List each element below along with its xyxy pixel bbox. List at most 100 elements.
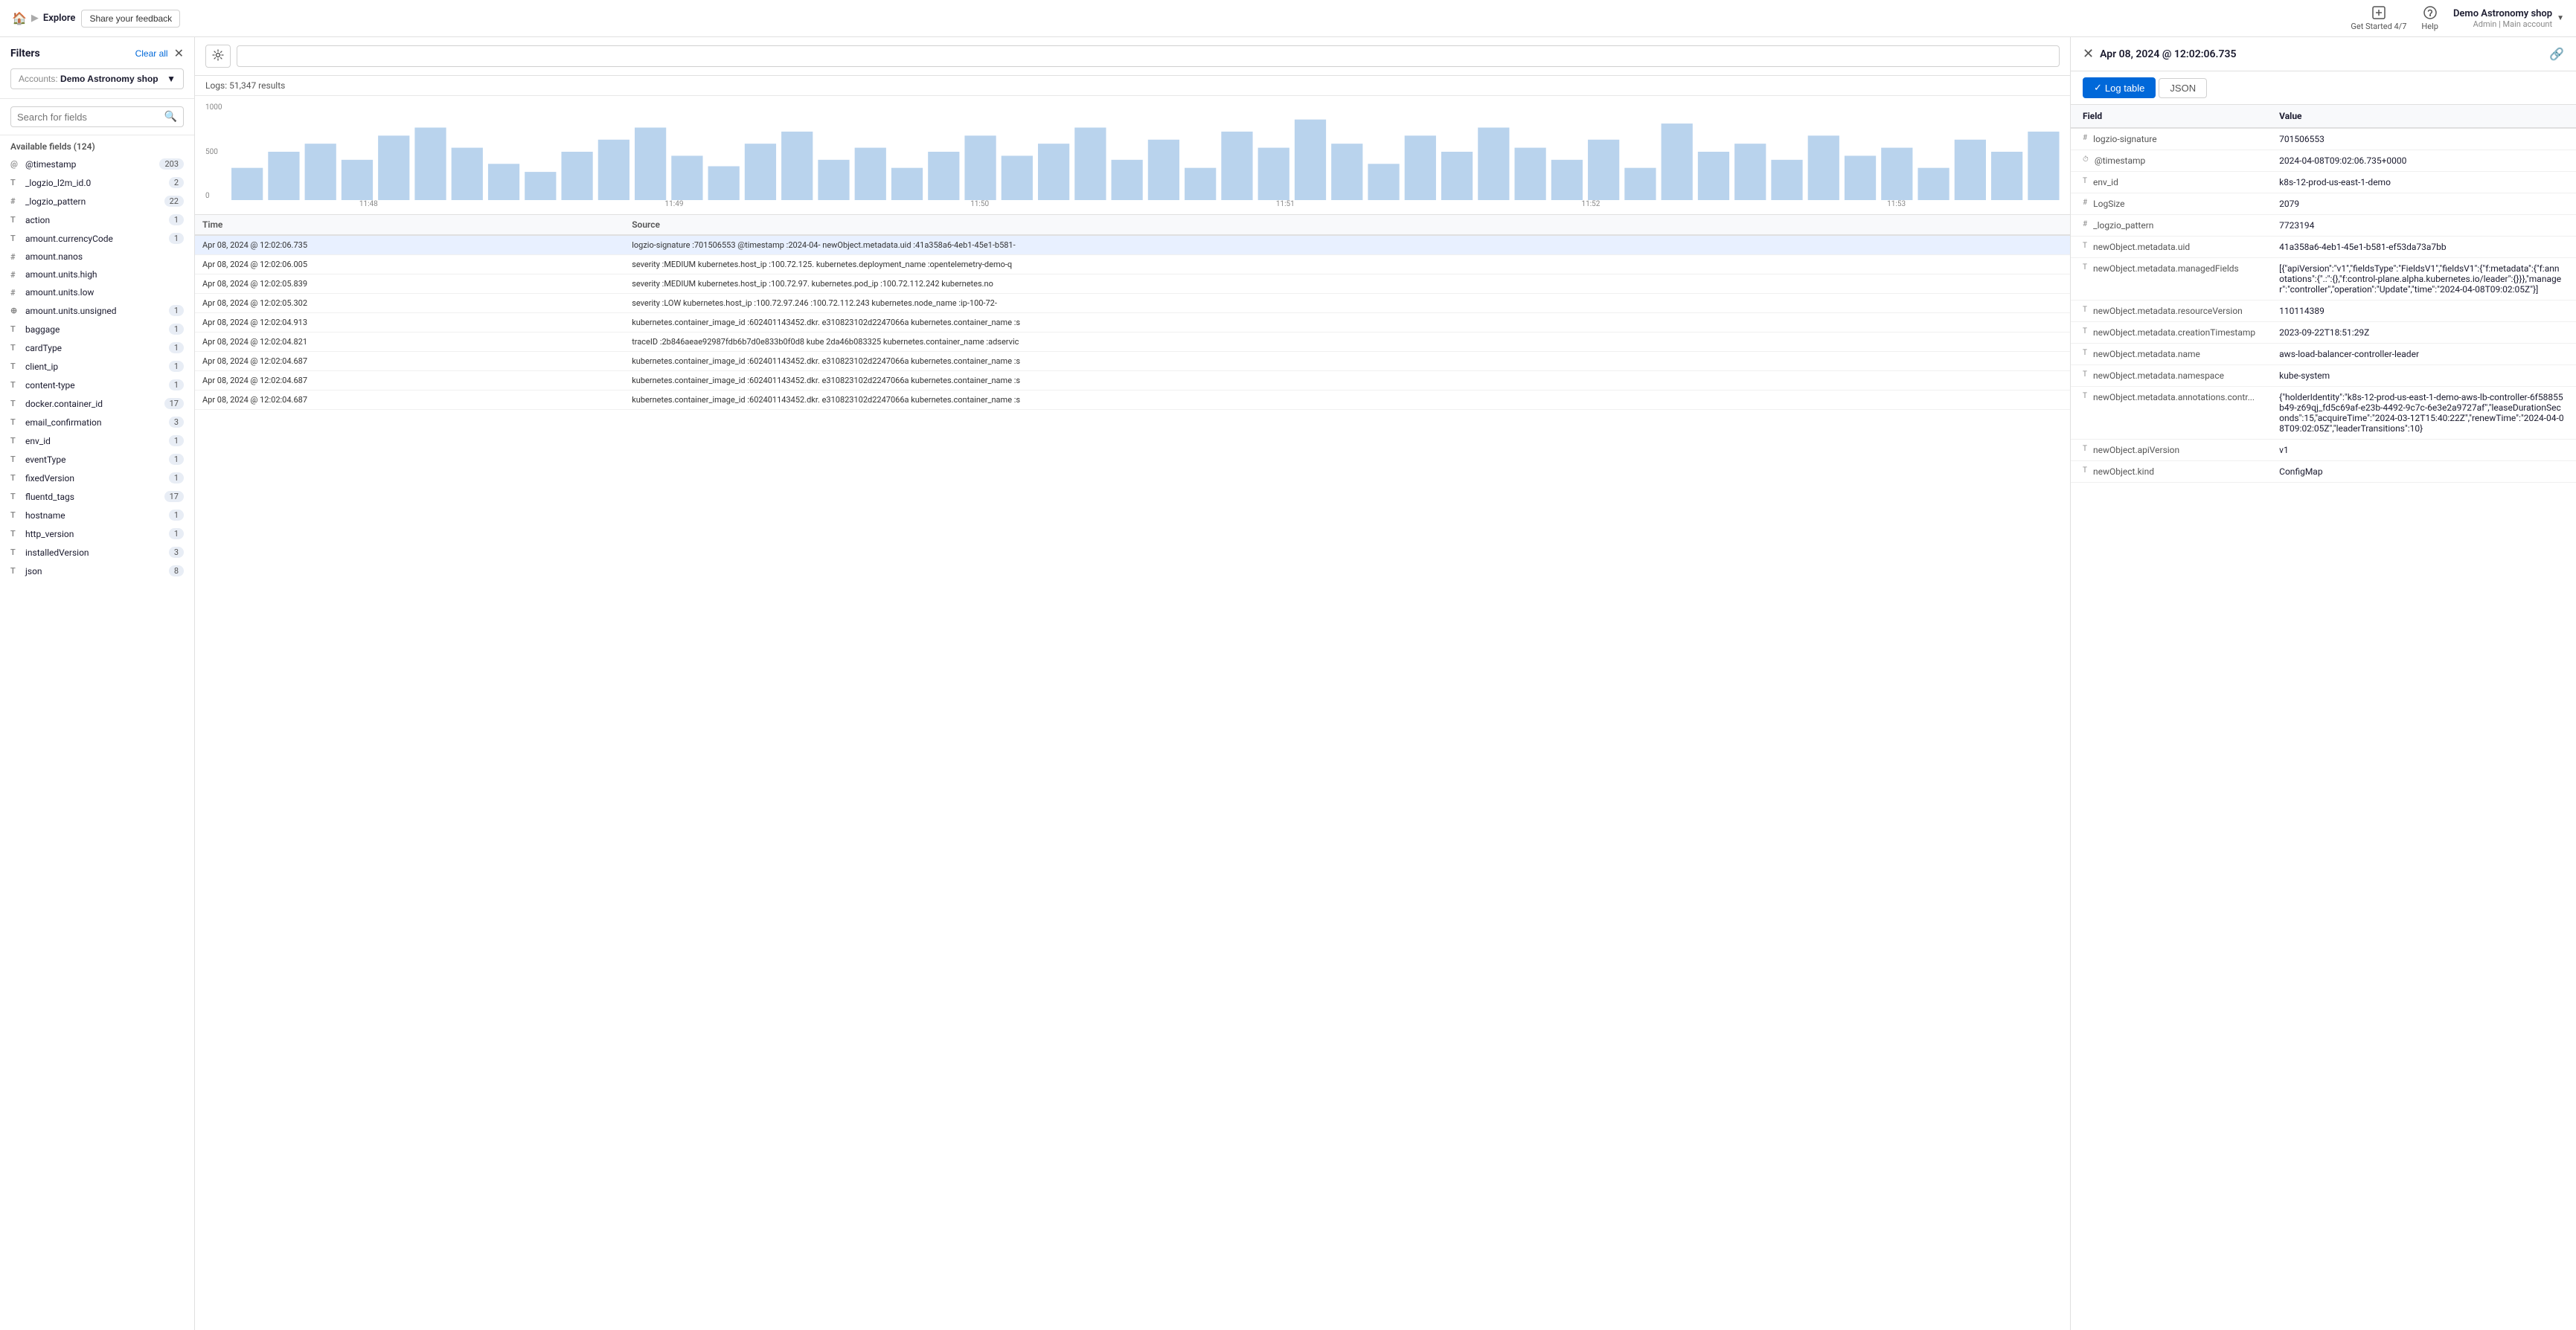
field-type-icon: T — [10, 399, 21, 408]
field-type-icon: T — [10, 510, 21, 520]
field-count-badge: 1 — [169, 214, 184, 225]
list-item[interactable]: # _logzio_pattern 22 — [4, 192, 190, 211]
field-item-left: ⊕ amount.units.unsigned — [10, 306, 117, 316]
list-item[interactable]: T http_version 1 — [4, 524, 190, 543]
list-item[interactable]: T docker.container_id 17 — [4, 394, 190, 413]
field-item-left: T http_version — [10, 529, 74, 539]
table-row[interactable]: Apr 08, 2024 @ 12:02:06.735 logzio-signa… — [195, 235, 2070, 255]
table-row[interactable]: Apr 08, 2024 @ 12:02:04.687 kubernetes.c… — [195, 371, 2070, 391]
toolbar-settings-button[interactable] — [205, 45, 231, 68]
table-row: T newObject.metadata.creationTimestamp 2… — [2071, 322, 2576, 344]
account-selector[interactable]: Accounts: Demo Astronomy shop ▼ — [10, 68, 184, 89]
table-row[interactable]: Apr 08, 2024 @ 12:02:04.913 kubernetes.c… — [195, 313, 2070, 332]
field-name: _logzio_l2m_id.0 — [25, 178, 91, 188]
field-type-icon: T — [10, 529, 21, 539]
toolbar — [195, 37, 2070, 76]
field-type-icon: # — [2083, 134, 2087, 142]
log-search-input[interactable] — [237, 45, 2060, 67]
table-row[interactable]: Apr 08, 2024 @ 12:02:04.687 kubernetes.c… — [195, 352, 2070, 371]
fields-list: @ @timestamp 203 T _logzio_l2m_id.0 2 # … — [0, 155, 194, 1330]
field-item-left: T client_ip — [10, 362, 58, 372]
list-item[interactable]: T client_ip 1 — [4, 357, 190, 376]
field-name: _logzio_pattern — [25, 196, 86, 207]
field-item-left: T hostname — [10, 510, 65, 521]
log-source: traceID :2b846aeae92987fdb6b7d0e833b0f0d… — [624, 332, 2070, 352]
list-item[interactable]: T eventType 1 — [4, 450, 190, 469]
field-name: @timestamp — [25, 159, 76, 170]
detail-field-name: T newObject.metadata.creationTimestamp — [2071, 322, 2267, 344]
detail-field-value: 7723194 — [2267, 215, 2576, 237]
field-item-left: # amount.units.low — [10, 287, 94, 298]
detail-field-value: v1 — [2267, 440, 2576, 461]
close-sidebar-button[interactable]: ✕ — [174, 46, 184, 61]
table-row[interactable]: Apr 08, 2024 @ 12:02:04.687 kubernetes.c… — [195, 391, 2070, 410]
table-row[interactable]: Apr 08, 2024 @ 12:02:06.005 severity :ME… — [195, 255, 2070, 274]
table-row: ⏱ @timestamp 2024-04-08T09:02:06.735+000… — [2071, 150, 2576, 172]
list-item[interactable]: T content-type 1 — [4, 376, 190, 394]
get-started-action[interactable]: Get Started 4/7 — [2351, 5, 2406, 31]
list-item[interactable]: T action 1 — [4, 211, 190, 229]
list-item[interactable]: T amount.currencyCode 1 — [4, 229, 190, 248]
settings-icon — [212, 49, 224, 61]
table-row[interactable]: Apr 08, 2024 @ 12:02:05.839 severity :ME… — [195, 274, 2070, 294]
list-item[interactable]: T env_id 1 — [4, 431, 190, 450]
table-row: T newObject.kind ConfigMap — [2071, 461, 2576, 483]
detail-link-button[interactable]: 🔗 — [2549, 47, 2564, 62]
list-item[interactable]: # amount.nanos — [4, 248, 190, 266]
user-menu[interactable]: Demo Astronomy shop Admin | Main account… — [2453, 8, 2564, 29]
detail-field-name: T env_id — [2071, 172, 2267, 193]
table-row[interactable]: Apr 08, 2024 @ 12:02:04.821 traceID :2b8… — [195, 332, 2070, 352]
field-item-left: T content-type — [10, 380, 75, 391]
table-row[interactable]: Apr 08, 2024 @ 12:02:05.302 severity :LO… — [195, 294, 2070, 313]
search-input[interactable] — [17, 112, 164, 123]
list-item[interactable]: T installedVersion 3 — [4, 543, 190, 562]
chart-x-label: 11:52 — [1582, 200, 1601, 208]
clear-all-button[interactable]: Clear all — [135, 48, 168, 59]
list-item[interactable]: T baggage 1 — [4, 320, 190, 338]
field-type-icon: # — [10, 252, 21, 262]
list-item[interactable]: T cardType 1 — [4, 338, 190, 357]
field-count-badge: 1 — [169, 361, 184, 372]
list-item[interactable]: T _logzio_l2m_id.0 2 — [4, 173, 190, 192]
field-type-icon: # — [10, 270, 21, 280]
sidebar-top: Filters Clear all ✕ Accounts: Demo Astro… — [0, 37, 194, 99]
detail-field-name: T newObject.metadata.name — [2071, 344, 2267, 365]
log-source: kubernetes.container_image_id :602401143… — [624, 313, 2070, 332]
histogram-chart — [226, 103, 2060, 200]
field-type-icon: ⊕ — [10, 306, 21, 315]
log-source: kubernetes.container_image_id :602401143… — [624, 391, 2070, 410]
field-type-icon: T — [2083, 466, 2087, 475]
search-icon: 🔍 — [164, 111, 177, 123]
list-item[interactable]: T email_confirmation 3 — [4, 413, 190, 431]
list-item[interactable]: T fluentd_tags 17 — [4, 487, 190, 506]
log-source: severity :MEDIUM kubernetes.host_ip :100… — [624, 255, 2070, 274]
field-type-icon: T — [10, 234, 21, 243]
detail-header: ✕ Apr 08, 2024 @ 12:02:06.735 🔗 — [2071, 37, 2576, 71]
filters-label: Filters — [10, 48, 40, 60]
field-item-left: T env_id — [10, 436, 51, 446]
field-count-badge: 1 — [169, 454, 184, 465]
list-item[interactable]: @ @timestamp 203 — [4, 155, 190, 173]
get-started-label: Get Started 4/7 — [2351, 22, 2406, 31]
table-row: T env_id k8s-12-prod-us-east-1-demo — [2071, 172, 2576, 193]
help-action[interactable]: Help — [2421, 5, 2438, 31]
detail-close-button[interactable]: ✕ — [2083, 46, 2094, 62]
list-item[interactable]: # amount.units.low — [4, 283, 190, 301]
list-item[interactable]: T json 8 — [4, 562, 190, 580]
tab-json[interactable]: JSON — [2159, 78, 2207, 98]
field-name: http_version — [25, 529, 74, 539]
tab-log-table[interactable]: ✓ Log table — [2083, 77, 2156, 98]
list-item[interactable]: # amount.units.high — [4, 266, 190, 283]
field-count-badge: 3 — [169, 547, 184, 558]
log-table: Time Source Apr 08, 2024 @ 12:02:06.735 … — [195, 215, 2070, 410]
list-item[interactable]: T hostname 1 — [4, 506, 190, 524]
field-count-badge: 1 — [169, 305, 184, 316]
list-item[interactable]: ⊕ amount.units.unsigned 1 — [4, 301, 190, 320]
get-started-icon — [2371, 5, 2386, 20]
feedback-button[interactable]: Share your feedback — [81, 10, 180, 28]
log-time: Apr 08, 2024 @ 12:02:06.005 — [195, 255, 624, 274]
home-icon[interactable]: 🏠 — [12, 11, 27, 25]
list-item[interactable]: T fixedVersion 1 — [4, 469, 190, 487]
field-count-badge: 1 — [169, 233, 184, 244]
breadcrumb-separator: ▶ — [31, 13, 39, 24]
